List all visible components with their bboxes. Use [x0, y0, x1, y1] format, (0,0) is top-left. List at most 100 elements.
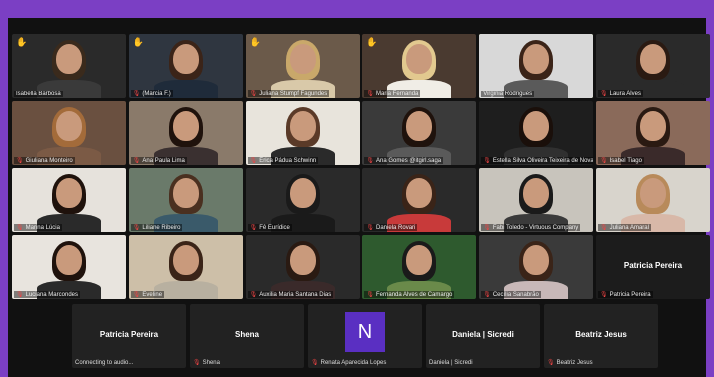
mic-muted-icon: 🎙	[249, 91, 258, 97]
participant-tile[interactable]: N 🎙 Renata Aparecida Lopes	[308, 304, 422, 368]
mic-muted-icon: 🎙	[193, 360, 201, 366]
participant-name-text: Giuliana Monteiro	[25, 158, 73, 164]
participant-tile[interactable]: Patricia Pereira 🎙 Patricia Pereira	[596, 235, 710, 299]
participant-name: 🎙 Beatriz Jesus	[547, 359, 593, 366]
participant-name-text: Shena	[202, 360, 220, 366]
participant-name: Connecting to audio...	[75, 360, 133, 366]
participant-tile[interactable]: Virginia Rodrigues	[479, 34, 594, 98]
participant-tile[interactable]: Patricia Pereira Connecting to audio...	[72, 304, 186, 368]
participant-name: 🎙 Giuliana Monteiro	[14, 157, 75, 164]
participant-face	[640, 44, 666, 74]
participant-name: 🎙 Liliane Ribeiro	[130, 224, 183, 231]
participant-name: 🎙 Estella Silva Oliveira Teixeira de Nova…	[481, 157, 594, 164]
participant-name: 🎙 Ana Gomes @itgirl.saga	[364, 157, 444, 164]
participant-name: 🎙 Fê Eurídice	[247, 224, 292, 231]
mic-muted-icon: 🎙	[483, 292, 491, 298]
participant-face	[289, 245, 316, 275]
participant-face	[56, 44, 82, 74]
mic-muted-icon: 🎙	[547, 360, 555, 366]
participant-tile[interactable]: ✋ 🎙 Juliana Stumpf Fagundes	[245, 34, 360, 98]
participant-tile[interactable]: ✋ 🎙 Maria Fernanda	[362, 34, 477, 98]
participant-tile[interactable]: ✋ 🎙 (Marcia F.)	[128, 34, 243, 98]
participant-center-name: Beatriz Jesus	[575, 330, 627, 339]
participant-tile[interactable]: 🎙 Fê Eurídice	[245, 168, 360, 232]
mic-muted-icon: 🎙	[249, 225, 258, 231]
participant-name-text: Eveline	[142, 292, 163, 298]
participant-tile[interactable]: 🎙 Fabi Toledo - Virtuous Company	[479, 168, 594, 232]
participant-name-text: Estella Silva Oliveira Teixeira de Novae…	[492, 158, 594, 164]
participant-name-text: Ana Gomes @itgirl.saga	[376, 158, 442, 164]
mic-muted-icon: 🎙	[132, 91, 141, 97]
participant-face	[289, 178, 316, 208]
mic-muted-icon: 🎙	[600, 292, 608, 298]
participant-tile[interactable]: 🎙 Marina Lúcia	[12, 168, 126, 232]
participant-name: 🎙 Shena	[193, 359, 220, 366]
participant-name: 🎙 (Marcia F.)	[130, 90, 173, 97]
participant-name: 🎙 Fabi Toledo - Virtuous Company	[481, 224, 581, 231]
mic-muted-icon: 🎙	[600, 225, 608, 231]
mic-muted-icon: 🎙	[600, 158, 608, 164]
participant-name: 🎙 Luciana Marcondes	[14, 291, 80, 298]
participant-name-text: Isabel Tiago	[609, 158, 642, 164]
participant-tile[interactable]: 🎙 Ana Paula Lima	[128, 101, 243, 165]
participant-name: 🎙 Maria Fernanda	[364, 90, 421, 97]
participant-name-text: Luciana Marcondes	[25, 292, 78, 298]
mic-muted-icon: 🎙	[366, 91, 375, 97]
participant-face	[406, 111, 433, 141]
raised-hand-icon: ✋	[16, 37, 28, 47]
participant-tile[interactable]: 🎙 Eveline	[128, 235, 243, 299]
participant-face	[172, 111, 199, 141]
mic-muted-icon: 🎙	[366, 225, 375, 231]
participant-name-text: Ana Paula Lima	[142, 158, 185, 164]
participant-tile[interactable]: 🎙 Laura Alves	[596, 34, 710, 98]
mic-muted-icon: 🎙	[311, 360, 319, 366]
participant-name-text: Beatriz Jesus	[556, 360, 593, 366]
participant-name: 🎙 Ana Paula Lima	[130, 157, 187, 164]
participant-tile[interactable]: 🎙 Estella Silva Oliveira Teixeira de Nova…	[479, 101, 594, 165]
participant-face	[172, 245, 199, 275]
participant-face	[523, 245, 550, 275]
participant-name: 🎙 Patricia Pereira	[598, 291, 653, 298]
mic-muted-icon: 🎙	[16, 225, 24, 231]
raised-hand-icon: ✋	[132, 37, 145, 47]
participant-name-text: Connecting to audio...	[75, 360, 134, 366]
participant-name-text: Daniela Rovari	[376, 225, 416, 231]
mic-muted-icon: 🎙	[16, 292, 24, 298]
participant-tile[interactable]: Beatriz Jesus 🎙 Beatriz Jesus	[544, 304, 658, 368]
participant-tile[interactable]: 🎙 Auxilia Maria Santana Dias	[245, 235, 360, 299]
participant-tile[interactable]: Shena 🎙 Shena	[190, 304, 304, 368]
participant-name: 🎙 Marina Lúcia	[14, 224, 62, 231]
participant-tile[interactable]: 🎙 Daniela Rovari	[362, 168, 477, 232]
participant-tile[interactable]: 🎙 Giuliana Monteiro	[12, 101, 126, 165]
participant-name: 🎙 Laura Alves	[598, 90, 643, 97]
participant-name: 🎙 Érica Pádua Schwinn	[247, 157, 319, 164]
participant-tile[interactable]: 🎙 Fernanda Alves de Camargo	[362, 235, 477, 299]
participant-center-name: Patricia Pereira	[623, 261, 683, 270]
participant-tile[interactable]: 🎙 Isabel Tiago	[596, 101, 710, 165]
participant-tile[interactable]: 🎙 Érica Pádua Schwinn	[245, 101, 360, 165]
participant-name-text: Virginia Rodrigues	[483, 91, 533, 97]
participant-name: 🎙 Fernanda Alves de Camargo	[364, 291, 455, 298]
participant-name: Virginia Rodrigues	[481, 91, 535, 97]
participant-face	[406, 178, 433, 208]
participant-name-text: Juliana Amaral	[609, 225, 649, 231]
participant-tile[interactable]: 🎙 Luciana Marcondes	[12, 235, 126, 299]
participant-face	[523, 178, 550, 208]
participant-name-text: Érica Pádua Schwinn	[259, 158, 317, 164]
participant-center-name: Patricia Pereira	[99, 330, 159, 339]
participant-tile[interactable]: ✋ Isabella Barbosa	[12, 34, 126, 98]
participant-name: 🎙 Juliana Amaral	[598, 224, 651, 231]
participant-name: 🎙 Daniela Rovari	[364, 224, 418, 231]
participant-tile[interactable]: 🎙 Juliana Amaral	[596, 168, 710, 232]
participant-tile[interactable]: Daniela | Sicredi Daniela | Sicredi	[426, 304, 540, 368]
participant-name-text: Fê Eurídice	[259, 225, 290, 231]
participant-name-text: Daniela | Sicredi	[429, 360, 473, 366]
participant-name-text: Renata Aparecida Lopes	[320, 360, 387, 366]
meeting-window: ✋ Isabella Barbosa ✋ 🎙 (Marcia F.) ✋ 🎙 Juliana …	[8, 18, 710, 377]
participant-tile[interactable]: 🎙 Liliane Ribeiro	[128, 168, 243, 232]
participant-tile[interactable]: 🎙 Cecília Sanabrão	[479, 235, 594, 299]
participant-face	[406, 44, 433, 74]
participant-tile[interactable]: 🎙 Ana Gomes @itgirl.saga	[362, 101, 477, 165]
participant-name: 🎙 Isabel Tiago	[598, 157, 644, 164]
participant-name-text: Maria Fernanda	[376, 91, 419, 97]
